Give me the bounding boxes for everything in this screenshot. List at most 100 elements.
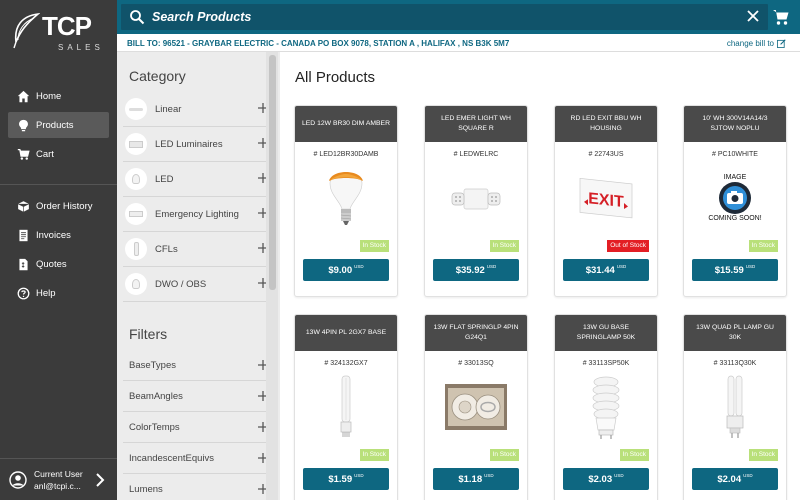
nav-item-cart[interactable]: Cart [8,141,109,167]
add-to-cart-button[interactable]: $15.59 USD [692,259,778,281]
stock-badge: In Stock [359,449,389,461]
filter-item-beam-angles[interactable]: BeamAngles [123,381,275,412]
product-card[interactable]: 13W 4PIN PL 2GX7 BASE # 324132GX7 In Sto… [294,314,398,500]
change-bill-to-link[interactable]: change bill to [727,39,786,48]
stock-badge: In Stock [489,449,519,461]
category-scrollbar-thumb[interactable] [269,55,276,290]
product-card[interactable]: 13W FLAT SPRINGLP 4PIN G24Q1 # 33013SQ I… [424,314,528,500]
edit-icon [777,39,786,48]
close-icon[interactable] [746,9,760,23]
product-card[interactable]: RD LED EXIT BBU WH HOUSING # 22743US EXI… [554,105,658,297]
filter-item-label: Lumens [129,483,163,495]
currency-label: USD [354,263,364,269]
category-item-label: LED [155,173,174,185]
category-item-label: DWO / OBS [155,278,207,290]
flat-lamp-image[interactable] [425,374,527,440]
category-list: Linear LED Luminaires LED Emergency Ligh… [123,92,275,302]
emergency-light-icon [125,203,147,225]
currency-label: USD [484,472,494,478]
product-card[interactable]: LED 12W BR30 DIM AMBER # LED12BR30DAMB I… [294,105,398,297]
nav-item-help[interactable]: Help [8,280,109,306]
brand-subtitle: SALES [58,43,104,52]
bill-to-address: BILL TO: 96521 - GRAYBAR ELECTRIC - CANA… [127,39,510,48]
nav-main: Home Products Cart [0,80,117,170]
lightbulb-icon [16,118,30,132]
quote-icon [16,257,30,271]
pl-lamp-image[interactable] [295,374,397,440]
nav-secondary: Order History Invoices Quotes Help [0,190,117,309]
placeholder-line-1: IMAGE [723,174,747,181]
nav-item-order-history[interactable]: Order History [8,193,109,219]
exit-sign-image[interactable]: EXIT [555,165,657,231]
product-sku: # 33113Q30K [713,360,757,367]
add-to-cart-button[interactable]: $2.03 USD [563,468,649,490]
category-item-led[interactable]: LED [123,162,275,197]
app-root: TCP SALES Home Products Cart Order Histo… [0,0,800,500]
product-price: $35.92 [455,264,485,276]
product-price: $15.59 [714,264,744,276]
linear-lamp-icon [125,98,147,120]
category-item-linear[interactable]: Linear [123,92,275,127]
category-item-led-luminaires[interactable]: LED Luminaires [123,127,275,162]
add-to-cart-button[interactable]: $2.04 USD [692,468,778,490]
nav-divider [0,184,117,185]
product-sku: # 324132GX7 [324,360,368,367]
nav-item-products[interactable]: Products [8,112,109,138]
cfl-icon [125,238,147,260]
amber-bulb-image[interactable] [295,165,397,231]
sidebar: TCP SALES Home Products Cart Order Histo… [0,0,117,500]
product-card[interactable]: 13W GU BASE SPRINGLAMP 50K # 33113SP50K … [554,314,658,500]
add-to-cart-button[interactable]: $31.44 USD [563,259,649,281]
filter-item-label: ColorTemps [129,421,180,433]
product-sku: # PC10WHITE [712,151,758,158]
emergency-light-image[interactable] [425,165,527,231]
add-to-cart-button[interactable]: $1.59 USD [303,468,389,490]
category-item-label: Emergency Lighting [155,208,239,220]
filter-item-lumens[interactable]: Lumens [123,474,275,500]
product-sku: # 33013SQ [458,360,494,367]
category-item-dwo-obs[interactable]: DWO / OBS [123,267,275,302]
camera-icon [719,182,751,214]
add-to-cart-button[interactable]: $1.18 USD [433,468,519,490]
nav-item-quotes[interactable]: Quotes [8,251,109,277]
filter-item-base-types[interactable]: BaseTypes [123,350,275,381]
search-icon[interactable] [129,9,145,25]
product-sku: # 22743US [588,151,624,158]
currency-label: USD [354,472,364,478]
product-card[interactable]: 13W QUAD PL LAMP GU 30K # 33113Q30K In S… [683,314,787,500]
brand-logo[interactable]: TCP SALES [12,8,107,56]
add-to-cart-button[interactable]: $35.92 USD [433,259,519,281]
product-price: $9.00 [328,264,353,276]
search-input[interactable] [152,10,732,24]
spiral-lamp-image[interactable] [555,374,657,440]
category-item-cfls[interactable]: CFLs [123,232,275,267]
page-title: All Products [295,69,376,86]
product-card[interactable]: LED EMER LIGHT WH SQUARE R # LEDWELRC In… [424,105,528,297]
cart-icon[interactable] [772,8,790,26]
add-to-cart-button[interactable]: $9.00 USD [303,259,389,281]
chevron-right-icon[interactable] [95,473,105,487]
products-area: All Products LED 12W BR30 DIM AMBER # LE… [282,52,800,500]
product-name: 13W GU BASE SPRINGLAMP 50K [555,315,657,351]
brand-name: TCP [42,11,92,41]
nav-item-label: Home [36,90,62,102]
home-icon [16,89,30,103]
current-user[interactable]: Current User anl@tcpi.c... [0,458,117,500]
search-bar [121,4,768,30]
product-name: RD LED EXIT BBU WH HOUSING [555,106,657,142]
stock-badge: In Stock [489,240,519,252]
quad-lamp-image[interactable] [684,374,786,440]
product-sku: # 33113SP50K [582,360,630,367]
nav-item-home[interactable]: Home [8,83,109,109]
filter-item-incandescent-equivs[interactable]: IncandescentEquivs [123,443,275,474]
product-name: 13W QUAD PL LAMP GU 30K [684,315,786,351]
image-coming-soon-placeholder[interactable]: IMAGE COMING SOON! [684,165,786,231]
nav-item-invoices[interactable]: Invoices [8,222,109,248]
filter-item-color-temps[interactable]: ColorTemps [123,412,275,443]
currency-label: USD [614,472,624,478]
category-item-label: Linear [155,103,182,115]
product-card[interactable]: 10' WH 300V14A14/3 SJTOW NOPLU # PC10WHI… [683,105,787,297]
nav-item-label: Help [36,287,56,299]
category-item-emergency-lighting[interactable]: Emergency Lighting [123,197,275,232]
nav-item-label: Cart [36,148,54,160]
